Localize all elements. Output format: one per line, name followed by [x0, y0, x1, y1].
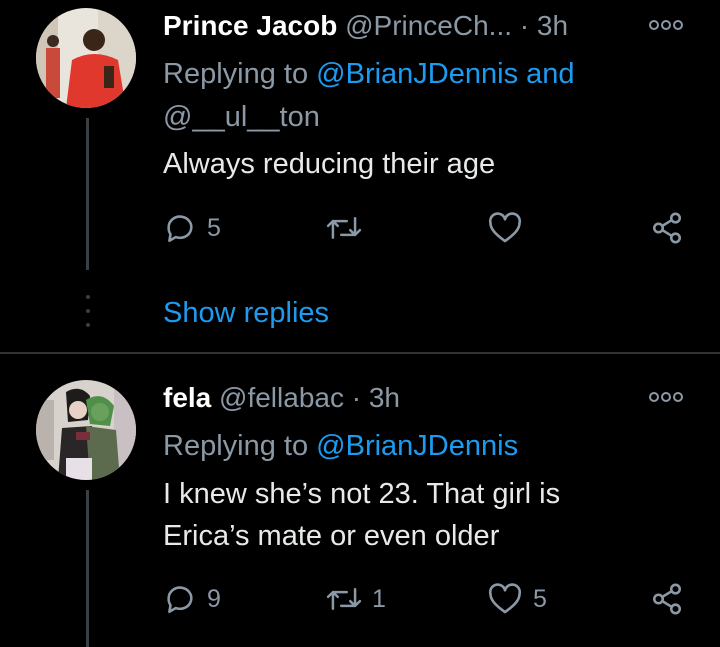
share-icon	[652, 583, 682, 615]
author-handle[interactable]: @fellabac	[219, 382, 344, 413]
replying-to: Replying to @BrianJDennis and	[163, 53, 575, 95]
separator: ·	[351, 382, 362, 413]
replying-users-link-2[interactable]: @__ul__ton	[163, 96, 320, 138]
timestamp[interactable]: 3h	[369, 382, 400, 413]
avatar-prince-jacob[interactable]	[36, 8, 136, 108]
more-button[interactable]	[648, 18, 684, 37]
divider	[0, 352, 720, 354]
show-replies-link[interactable]: Show replies	[163, 295, 329, 331]
thread-dot	[86, 309, 90, 313]
reply-count: 5	[207, 213, 221, 242]
reply-button[interactable]: 5	[163, 211, 221, 245]
retweet-button[interactable]	[326, 211, 372, 245]
retweet-icon	[326, 217, 362, 239]
avatar-image	[36, 8, 136, 108]
like-icon	[488, 212, 522, 243]
replying-users-link[interactable]: @BrianJDennis	[316, 430, 518, 462]
thread-dot	[86, 323, 90, 327]
author-handle[interactable]: @PrinceCh...	[345, 10, 512, 41]
like-button[interactable]: 5	[487, 583, 547, 615]
like-count: 5	[533, 584, 547, 613]
replying-users-link[interactable]: @BrianJDennis and	[316, 58, 574, 90]
tweet-header: Prince Jacob @PrinceCh... · 3h	[163, 9, 568, 43]
tweet-text-line-2: Erica’s mate or even older	[163, 520, 500, 552]
separator: ·	[519, 10, 530, 41]
retweet-icon	[326, 588, 362, 610]
more-icon	[649, 392, 683, 402]
tweet-text: Always reducing their age	[163, 148, 496, 180]
tweet-header: fela @fellabac · 3h	[163, 381, 400, 415]
more-icon	[649, 20, 683, 30]
timestamp[interactable]: 3h	[537, 10, 568, 41]
reply-icon	[167, 215, 193, 243]
like-button[interactable]	[487, 212, 533, 244]
replying-prefix: Replying to	[163, 58, 309, 90]
author-name[interactable]: fela	[163, 382, 211, 413]
share-button[interactable]	[649, 582, 685, 616]
retweet-button[interactable]: 1	[326, 582, 386, 616]
reply-button[interactable]: 9	[163, 582, 221, 616]
avatar-image	[36, 380, 136, 480]
reply-icon	[167, 586, 193, 614]
thread-line	[86, 490, 89, 647]
thread-dot	[86, 295, 90, 299]
like-icon	[488, 583, 522, 614]
thread-line	[86, 118, 89, 270]
author-name[interactable]: Prince Jacob	[163, 10, 337, 41]
tweet-text-line-1: I knew she’s not 23. That girl is	[163, 478, 561, 510]
retweet-count: 1	[372, 584, 386, 613]
replying-to: Replying to @BrianJDennis	[163, 425, 518, 467]
share-icon	[652, 212, 682, 244]
reply-count: 9	[207, 584, 221, 613]
replying-prefix: Replying to	[163, 430, 309, 462]
avatar-fela[interactable]	[36, 380, 136, 480]
share-button[interactable]	[649, 211, 685, 245]
more-button[interactable]	[648, 390, 684, 409]
